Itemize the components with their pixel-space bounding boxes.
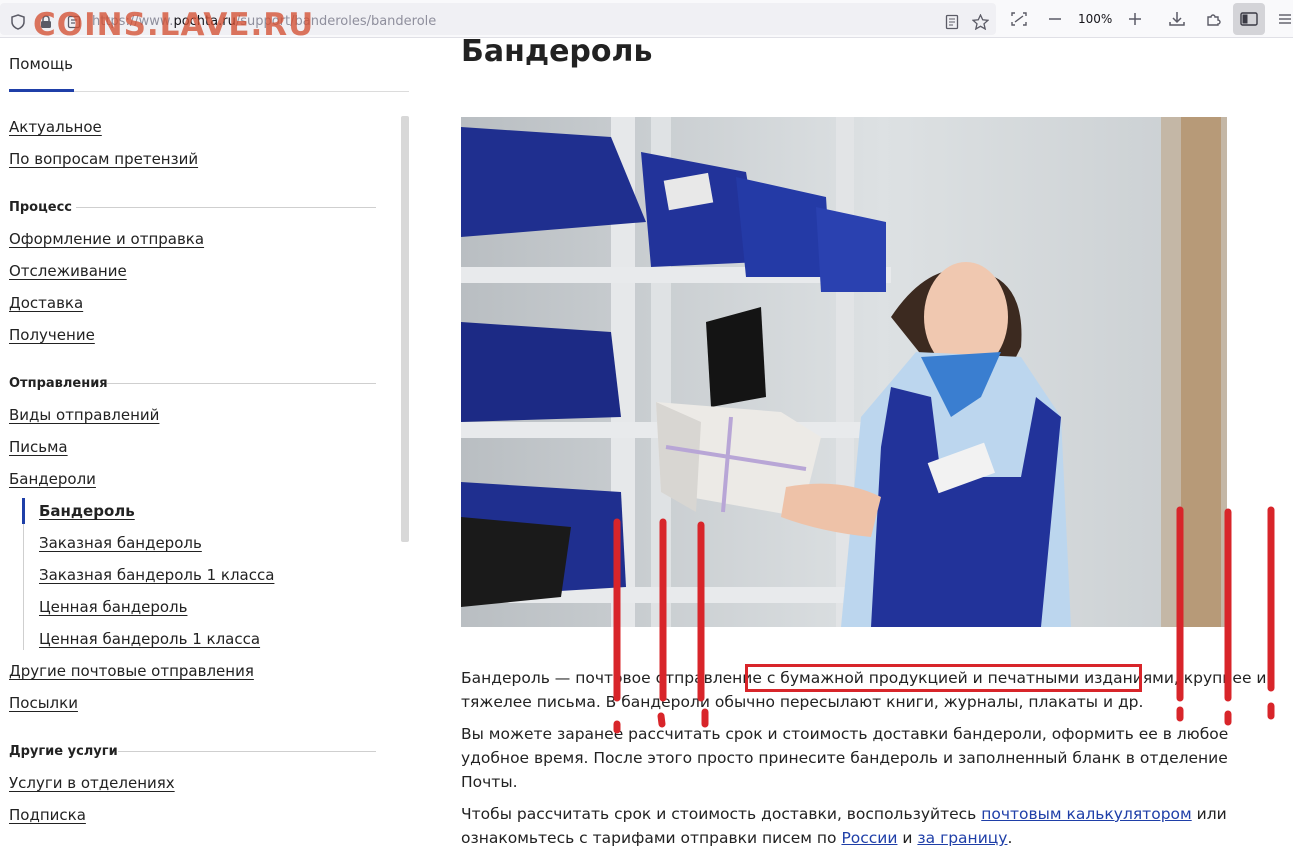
calc-text-d: и <box>897 829 918 847</box>
nav-link-tracking[interactable]: Отслеживание <box>9 262 127 280</box>
calc-text-a: Чтобы рассчитать срок и стоимость достав… <box>461 805 982 823</box>
postal-calculator-link[interactable]: почтовым калькулятором <box>981 805 1191 823</box>
section-divider <box>107 383 376 384</box>
sidebar-button[interactable] <box>1233 3 1265 35</box>
nav-section-shipments: Отправления <box>9 376 108 391</box>
nav-link-registered-banderole[interactable]: Заказная бандероль <box>39 534 202 552</box>
menu-icon[interactable] <box>1273 6 1293 32</box>
nav-link-registered-banderole-first-class[interactable]: Заказная бандероль 1 класса <box>39 566 274 584</box>
download-icon[interactable] <box>1165 6 1189 32</box>
nav-link-valuable-banderole[interactable]: Ценная бандероль <box>39 598 187 616</box>
nav-section-other-services: Другие услуги <box>9 744 118 759</box>
info-paragraph-line1: Вы можете заранее рассчитать срок и стои… <box>461 725 1229 743</box>
section-divider <box>118 751 376 752</box>
nav-link-actual[interactable]: Актуальное <box>9 118 102 136</box>
zoom-in-icon[interactable] <box>1123 6 1147 32</box>
nav-section-process: Процесс <box>9 200 72 215</box>
calc-paragraph-line2: ознакомьтесь с тарифами отправки писем п… <box>461 826 1012 850</box>
intro-paragraph-line2: тяжелее письма. В бандероли обычно перес… <box>461 693 1144 711</box>
extensions-icon[interactable] <box>1201 6 1225 32</box>
sidebar-icon <box>1237 6 1261 32</box>
nav-link-office-services[interactable]: Услуги в отделениях <box>9 774 175 792</box>
calc-text-c: ознакомьтесь с тарифами отправки писем п… <box>461 829 842 847</box>
nav-link-receiving[interactable]: Получение <box>9 326 95 344</box>
nav-link-shipment-types[interactable]: Виды отправлений <box>9 406 159 424</box>
info-paragraph-line3: Почты. <box>461 773 518 791</box>
article-photo <box>461 117 1227 627</box>
annotation-box <box>745 664 1142 692</box>
reader-icon[interactable] <box>940 9 964 35</box>
nav-link-valuable-banderole-first-class[interactable]: Ценная бандероль 1 класса <box>39 630 260 648</box>
sidebar-scrollbar[interactable] <box>401 116 409 542</box>
watermark: COINS.LAVE.RU <box>33 7 315 43</box>
zoom-out-icon[interactable] <box>1043 6 1067 32</box>
subnav-active-indicator <box>22 498 25 524</box>
nav-link-letters[interactable]: Письма <box>9 438 68 456</box>
nav-link-banderole[interactable]: Бандероль <box>39 502 135 520</box>
info-paragraph-line2: удобное время. После этого просто принес… <box>461 749 1228 767</box>
nav-link-claims[interactable]: По вопросам претензий <box>9 150 198 168</box>
abroad-tariffs-link[interactable]: за границу <box>917 829 1007 847</box>
page-title: Бандероль <box>461 34 653 69</box>
shield-icon[interactable] <box>6 9 30 35</box>
calc-paragraph-line1: Чтобы рассчитать срок и стоимость достав… <box>461 802 1227 826</box>
russia-tariffs-link[interactable]: России <box>841 829 897 847</box>
tab-active-indicator <box>9 89 74 92</box>
zoom-level[interactable]: 100% <box>1078 12 1112 26</box>
nav-link-banderoles[interactable]: Бандероли <box>9 470 96 488</box>
calc-text-b: или <box>1191 805 1227 823</box>
screenshot-icon[interactable] <box>1007 6 1031 32</box>
intro-text-a: Бандероль — почтовое отправление <box>461 669 767 687</box>
calc-text-e: . <box>1007 829 1013 847</box>
intro-text-c: , крупнее и <box>1173 669 1267 687</box>
star-icon[interactable] <box>968 9 992 35</box>
section-divider <box>76 207 376 208</box>
nav-link-subscription[interactable]: Подписка <box>9 806 86 824</box>
nav-link-other-shipments[interactable]: Другие почтовые отправления <box>9 662 254 680</box>
tab-help[interactable]: Помощь <box>9 55 73 73</box>
nav-link-delivery[interactable]: Доставка <box>9 294 83 312</box>
nav-link-parcels[interactable]: Посылки <box>9 694 78 712</box>
nav-link-registration[interactable]: Оформление и отправка <box>9 230 204 248</box>
